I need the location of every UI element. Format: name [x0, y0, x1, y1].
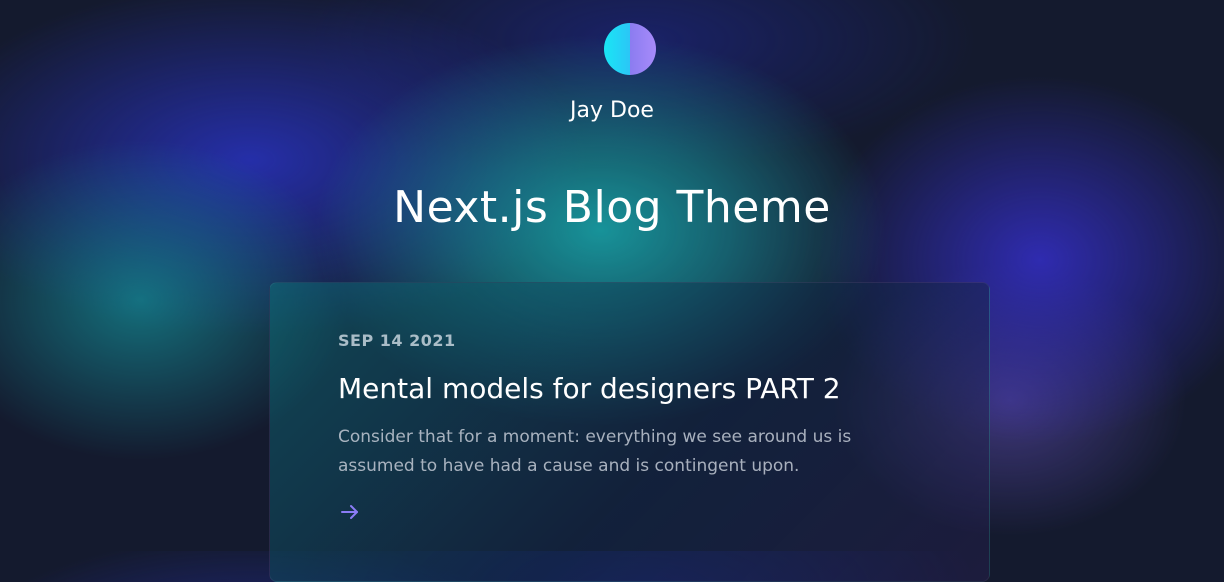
post-title[interactable]: Mental models for designers PART 2: [338, 371, 841, 407]
post-excerpt: Consider that for a moment: everything w…: [338, 427, 852, 476]
author-avatar[interactable]: [604, 23, 656, 75]
arrow-right-icon[interactable]: [338, 500, 362, 524]
page-title: Next.js Blog Theme: [393, 182, 831, 233]
author-name[interactable]: Jay Doe: [0, 96, 1224, 126]
post-card[interactable]: SEP 14 2021 Mental models for designers …: [269, 282, 990, 582]
post-date: SEP 14 2021: [338, 331, 456, 350]
